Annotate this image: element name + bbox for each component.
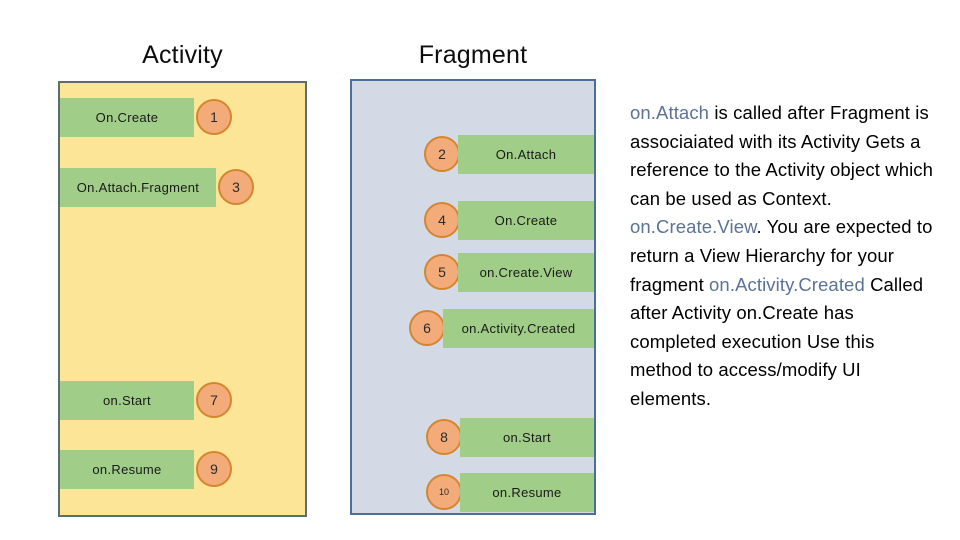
- lifecycle-bar: on.Start: [60, 381, 194, 420]
- activity-lifecycle-box: On.Create 1 On.Attach.Fragment 3 on.Star…: [58, 81, 307, 517]
- fragment-column-title: Fragment: [418, 41, 528, 69]
- lifecycle-bar: On.Create: [60, 98, 194, 137]
- lifecycle-label: on.Activity.Created: [461, 321, 576, 336]
- lifecycle-bar: on.Activity.Created: [443, 309, 594, 348]
- lifecycle-row[interactable]: On.Create 1: [60, 98, 232, 137]
- step-number: 2: [438, 146, 446, 162]
- lifecycle-row[interactable]: on.Start 7: [60, 381, 232, 420]
- step-number-badge: 7: [196, 382, 232, 418]
- step-number: 6: [423, 320, 431, 336]
- step-number-badge: 8: [426, 419, 462, 455]
- lifecycle-label: on.Start: [103, 393, 151, 408]
- lifecycle-bar: On.Attach.Fragment: [60, 168, 216, 207]
- lifecycle-row[interactable]: 4 On.Create: [424, 201, 594, 240]
- lifecycle-label: on.Create.View: [479, 265, 573, 280]
- lifecycle-row[interactable]: 10 on.Resume: [426, 473, 594, 512]
- lifecycle-label: On.Attach: [495, 147, 557, 162]
- step-number-badge: 5: [424, 254, 460, 290]
- step-number-badge: 2: [424, 136, 460, 172]
- step-number: 5: [438, 264, 446, 280]
- step-number: 7: [210, 392, 218, 408]
- description-api-name: on.Attach: [630, 102, 710, 123]
- step-number: 9: [210, 461, 218, 477]
- lifecycle-row[interactable]: 8 on.Start: [426, 418, 594, 457]
- lifecycle-label: On.Create: [95, 110, 159, 125]
- description-api-name: on.Create.View: [630, 216, 757, 238]
- lifecycle-label: On.Create: [494, 213, 558, 228]
- step-number-badge: 4: [424, 202, 460, 238]
- lifecycle-bar: On.Create: [458, 201, 594, 240]
- description-text: on.Attach is called after Fragment is as…: [630, 99, 940, 414]
- step-number-badge: 3: [218, 169, 254, 205]
- lifecycle-bar: On.Attach: [458, 135, 594, 174]
- lifecycle-bar: on.Start: [460, 418, 594, 457]
- lifecycle-row[interactable]: on.Resume 9: [60, 450, 232, 489]
- lifecycle-row[interactable]: 5 on.Create.View: [424, 253, 594, 292]
- lifecycle-bar: on.Resume: [460, 473, 594, 512]
- lifecycle-bar: on.Create.View: [458, 253, 594, 292]
- fragment-lifecycle-box: 2 On.Attach 4 On.Create 5 on.Create.View…: [350, 79, 596, 515]
- step-number-badge: 9: [196, 451, 232, 487]
- lifecycle-row[interactable]: 2 On.Attach: [424, 135, 594, 174]
- lifecycle-bar: on.Resume: [60, 450, 194, 489]
- step-number-badge: 6: [409, 310, 445, 346]
- step-number-badge: 1: [196, 99, 232, 135]
- lifecycle-label: on.Start: [503, 430, 551, 445]
- step-number: 3: [232, 179, 240, 195]
- description-api-name: on.Activity.Created: [709, 273, 865, 295]
- step-number: 4: [438, 212, 446, 228]
- lifecycle-row[interactable]: 6 on.Activity.Created: [409, 309, 594, 348]
- lifecycle-label: on.Resume: [492, 485, 562, 500]
- lifecycle-label: On.Attach.Fragment: [76, 180, 200, 195]
- lifecycle-label: on.Resume: [92, 462, 162, 477]
- activity-column-title: Activity: [142, 41, 223, 69]
- step-number: 8: [440, 429, 448, 445]
- step-number: 1: [210, 109, 218, 125]
- step-number: 10: [438, 487, 449, 497]
- step-number-badge: 10: [426, 474, 462, 510]
- lifecycle-row[interactable]: On.Attach.Fragment 3: [60, 168, 254, 207]
